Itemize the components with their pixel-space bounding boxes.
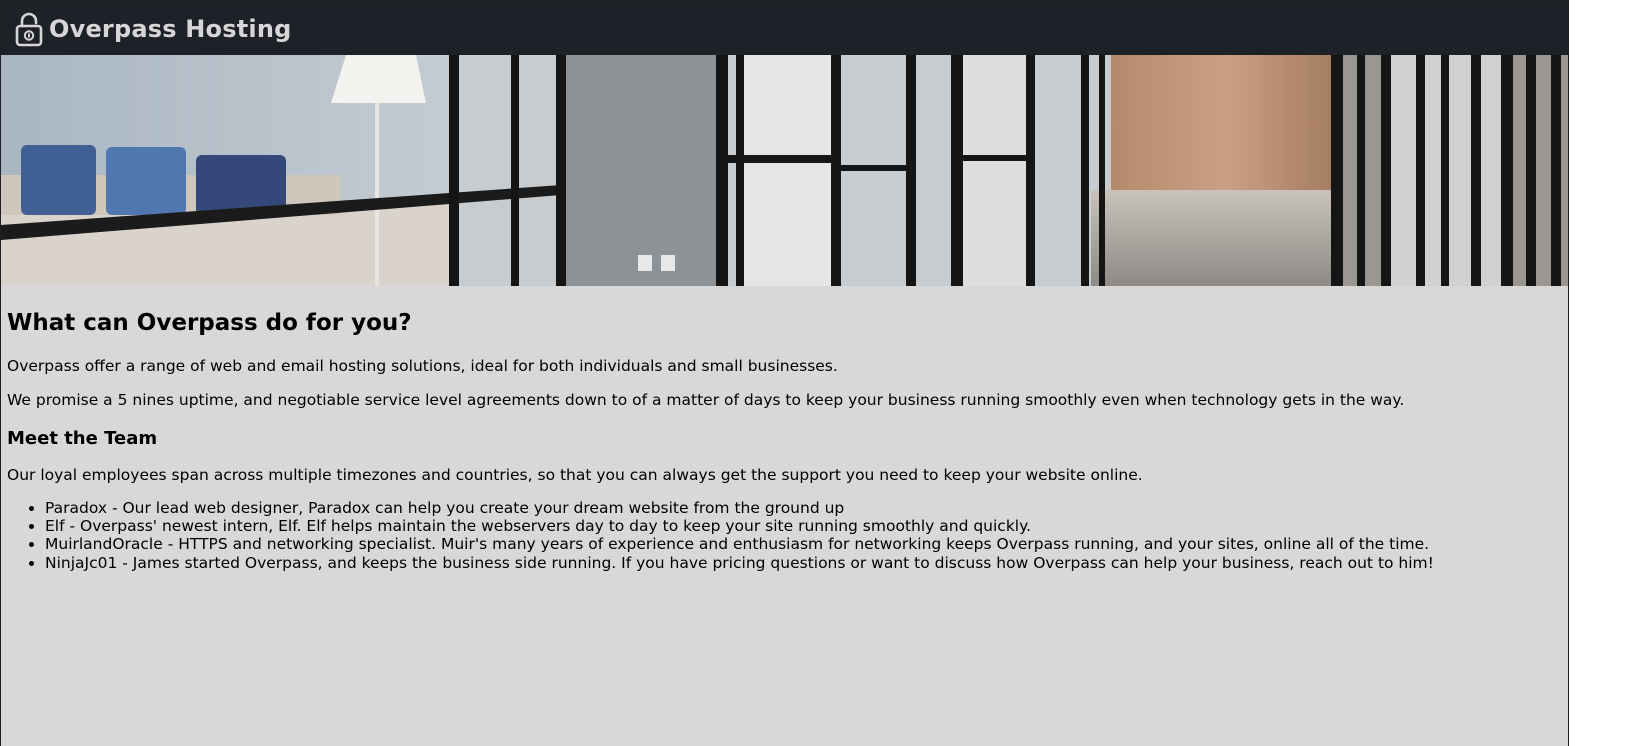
site-brand[interactable]: Overpass Hosting xyxy=(15,11,292,47)
team-member-elf: Elf - Overpass' newest intern, Elf. Elf … xyxy=(45,517,1557,535)
page-frame: Overpass Hosting What can Overpass do fo… xyxy=(0,0,1569,746)
hero-banner-image xyxy=(1,55,1568,286)
padlock-icon xyxy=(15,12,43,47)
team-member-ninjajc01: NinjaJc01 - James started Overpass, and … xyxy=(45,554,1557,572)
intro-paragraph: Overpass offer a range of web and email … xyxy=(7,357,838,375)
team-heading: Meet the Team xyxy=(7,428,158,449)
top-navbar: Overpass Hosting xyxy=(1,1,1568,55)
team-member-paradox: Paradox - Our lead web designer, Paradox… xyxy=(45,499,1557,517)
office-corridor-illustration xyxy=(1,55,1568,286)
team-member-list: Paradox - Our lead web designer, Paradox… xyxy=(7,499,1557,572)
team-member-muirlandoracle: MuirlandOracle - HTTPS and networking sp… xyxy=(45,535,1557,553)
main-content: What can Overpass do for you? Overpass o… xyxy=(7,286,1557,572)
uptime-paragraph: We promise a 5 nines uptime, and negotia… xyxy=(7,391,1405,409)
page-heading: What can Overpass do for you? xyxy=(7,310,412,336)
team-intro-paragraph: Our loyal employees span across multiple… xyxy=(7,466,1143,484)
site-title: Overpass Hosting xyxy=(49,15,292,43)
